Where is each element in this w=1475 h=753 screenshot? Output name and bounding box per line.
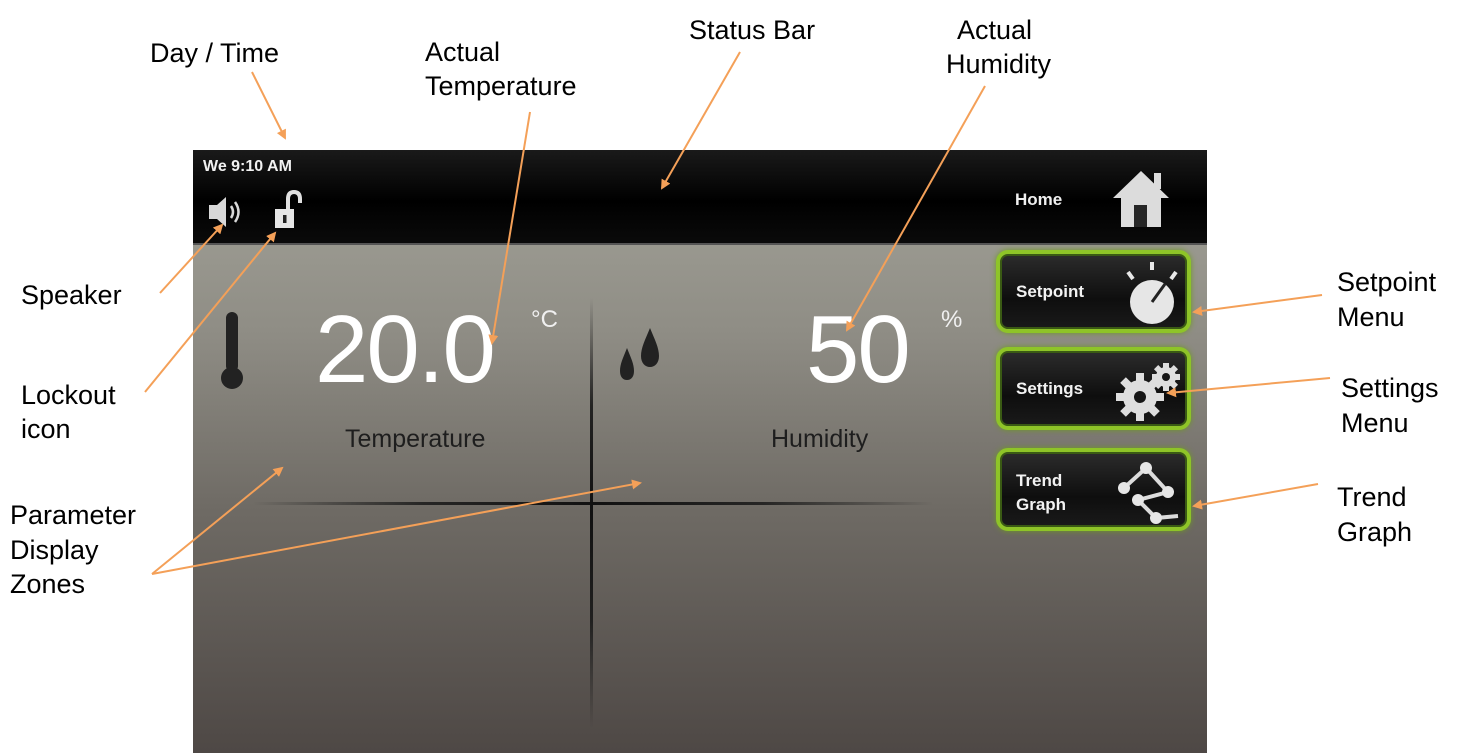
annotation-actual-humidity-1: Actual [957,15,1033,45]
annotation-parameter-3: Zones [10,569,86,599]
annotation-actual-temperature-2: Temperature [425,71,577,101]
gears-icon [1116,363,1180,421]
annotation-speaker: Speaker [21,280,122,310]
annotation-settings-menu-2: Menu [1341,408,1409,438]
setpoint-button[interactable]: Setpoint [996,250,1191,333]
graph-nodes-icon [1118,462,1179,524]
temperature-label: Temperature [345,425,486,453]
home-label: Home [1015,190,1063,209]
dial-icon [1126,262,1178,324]
annotation-lockout-2: icon [21,414,71,444]
annotation-trend-graph-1: Trend [1337,482,1407,512]
settings-button[interactable]: Settings [996,347,1191,430]
trend-graph-label-1: Trend [1016,471,1063,490]
trend-graph-label-2: Graph [1016,495,1067,514]
status-bar: We 9:10 AM Home [193,150,1207,245]
annotation-day-time: Day / Time [150,38,280,68]
setpoint-label: Setpoint [1016,282,1084,301]
annotation-lockout-1: Lockout [21,380,116,410]
zone-divider-horizontal [253,502,933,505]
humidity-label: Humidity [771,425,869,453]
annotation-setpoint-menu-2: Menu [1337,302,1405,332]
annotation-actual-humidity-2: Humidity [946,49,1052,79]
annotation-trend-graph-2: Graph [1337,517,1413,547]
thermostat-screen: We 9:10 AM Home 20.0 °C Temperature 50 %… [193,150,1207,753]
speaker-icon[interactable] [207,194,247,230]
settings-label: Settings [1016,379,1084,398]
annotation-setpoint-menu-1: Setpoint [1337,267,1437,297]
trend-graph-button[interactable]: Trend Graph [996,448,1191,531]
annotation-settings-menu-1: Settings [1341,373,1439,403]
arrow-setpoint [1192,294,1323,316]
annotation-actual-temperature-1: Actual [425,37,501,67]
arrow-day-time [251,71,286,140]
day-time: We 9:10 AM [203,158,292,175]
annotation-status-bar: Status Bar [689,15,816,45]
arrow-trend-graph [1192,483,1319,510]
annotation-parameter-1: Parameter [10,500,137,530]
zone-divider-vertical [590,298,593,728]
temperature-value: 20.0 [315,296,496,403]
water-drops-icon [620,328,659,380]
humidity-value: 50 [806,296,911,403]
lockout-icon[interactable] [273,190,303,230]
temperature-unit: °C [531,306,558,333]
thermometer-icon [221,312,243,389]
humidity-unit: % [941,306,963,333]
annotation-parameter-2: Display [10,535,99,565]
home-icon[interactable] [1111,165,1171,228]
